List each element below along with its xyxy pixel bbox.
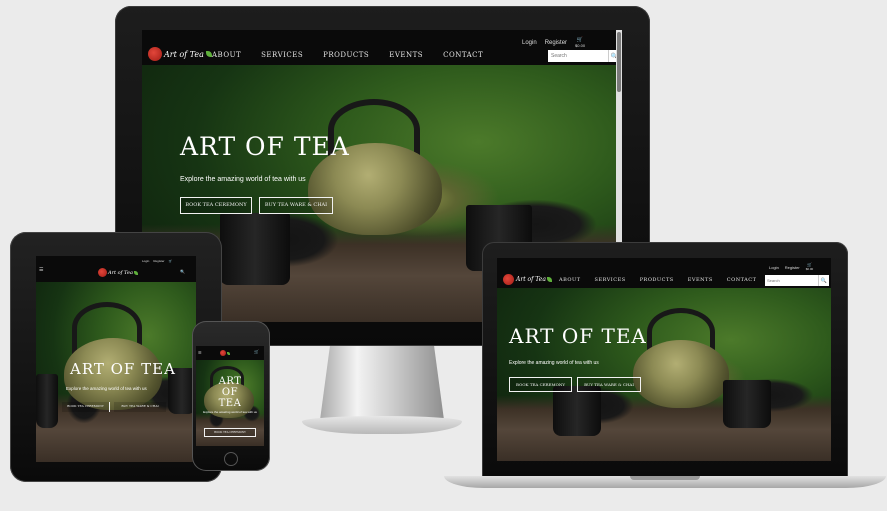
tea-cup-image (553, 386, 601, 436)
nav-contact[interactable]: CONTACT (727, 277, 757, 283)
hero-title: ART OF TEA (70, 360, 176, 378)
register-link[interactable]: Register (153, 259, 164, 263)
responsive-mockup: Art of Tea ABOUT SERVICES PRODUCTS EVENT… (0, 0, 887, 511)
search-bar: 🔍 (765, 275, 829, 286)
login-link[interactable]: Login (769, 265, 779, 270)
hero-title: ART OF TEA (180, 132, 350, 161)
nav-contact[interactable]: CONTACT (443, 51, 483, 59)
site-logo[interactable]: Art of Tea (148, 47, 212, 61)
laptop-site-screen: Art of Tea ABOUT SERVICES PRODUCTS EVENT… (497, 258, 831, 461)
leaf-icon (227, 351, 230, 355)
book-ceremony-button[interactable]: BOOK TEA CEREMONY (62, 402, 110, 412)
cart-icon[interactable]: 🛒 (169, 259, 173, 263)
logo-mark-icon (503, 274, 514, 285)
tea-cup-image (220, 213, 290, 285)
buy-teaware-button[interactable]: BUY TEA WARE & CHAI (114, 402, 166, 412)
desktop-monitor-base (302, 416, 462, 434)
book-ceremony-button[interactable]: BOOK TEA CEREMONY (509, 377, 572, 392)
site-navbar: ☰ Art of Tea Login Register 🛒 🔍 (36, 256, 196, 282)
primary-nav: ABOUT SERVICES PRODUCTS EVENTS CONTACT (559, 277, 756, 283)
teapot-image (633, 340, 729, 408)
hero-subtitle: Explore the amazing world of tea with us (203, 410, 257, 414)
logo-text: Art of Tea (164, 49, 204, 59)
hero-image (497, 288, 831, 461)
desktop-monitor-stand (320, 346, 444, 420)
leaf-icon (205, 51, 212, 57)
cart-total: $0.00 (805, 267, 814, 271)
cart-icon[interactable]: 🛒 (254, 349, 259, 354)
leaf-icon (546, 277, 552, 282)
buy-teaware-button[interactable]: BUY TEA WARE & CHAI (577, 377, 641, 392)
book-ceremony-button[interactable]: BOOK TEA CEREMONY (180, 197, 252, 214)
nav-products[interactable]: PRODUCTS (640, 277, 674, 283)
logo-mark-icon (148, 47, 162, 61)
search-icon[interactable]: 🔍 (180, 269, 185, 274)
hero-subtitle: Explore the amazing world of tea with us (66, 386, 147, 391)
tea-cup-image (36, 374, 58, 428)
account-links: Login Register 🛒 $0.00 (769, 263, 814, 272)
nav-services[interactable]: SERVICES (261, 51, 303, 59)
site-navbar: ☰ 🛒 (196, 346, 264, 360)
hero-title: ART OF TEA (218, 376, 242, 409)
logo-mark-icon (220, 350, 226, 356)
tea-cup-image (723, 380, 771, 428)
buy-teaware-button[interactable]: BUY TEA WARE & CHAI (259, 197, 333, 214)
account-links: Login Register 🛒 (142, 259, 172, 263)
tablet-site-screen: ☰ Art of Tea Login Register 🛒 🔍 ART OF T… (36, 256, 196, 462)
search-input[interactable] (548, 50, 608, 62)
menu-icon[interactable]: ☰ (39, 267, 43, 273)
phone-home-button (224, 452, 238, 466)
search-icon[interactable]: 🔍 (818, 275, 829, 286)
register-link[interactable]: Register (545, 40, 567, 46)
site-logo[interactable]: Art of Tea (98, 268, 138, 277)
search-input[interactable] (765, 275, 818, 286)
search-bar: 🔍 (548, 50, 620, 62)
site-navbar: Art of Tea ABOUT SERVICES PRODUCTS EVENT… (497, 258, 831, 288)
login-link[interactable]: Login (522, 40, 537, 46)
book-ceremony-button[interactable]: BOOK TEA CEREMONY (204, 428, 256, 437)
login-link[interactable]: Login (142, 259, 149, 263)
site-logo[interactable]: Art of Tea (503, 274, 552, 285)
phone-site-screen: ☰ 🛒 ART OF TEA Explore the amazing world… (196, 346, 264, 446)
cart-link[interactable]: 🛒 $0.00 (805, 263, 814, 272)
nav-services[interactable]: SERVICES (595, 277, 626, 283)
leaf-icon (133, 270, 138, 275)
cart-total: $0.00 (575, 43, 586, 48)
account-links: Login Register 🛒 $0.00 (522, 37, 585, 49)
logo-text: Art of Tea (108, 269, 133, 276)
logo-text: Art of Tea (516, 276, 546, 283)
logo-mark-icon (98, 268, 107, 277)
nav-products[interactable]: PRODUCTS (323, 51, 369, 59)
nav-about[interactable]: ABOUT (559, 277, 581, 283)
nav-about[interactable]: ABOUT (212, 51, 241, 59)
register-link[interactable]: Register (785, 265, 800, 270)
scrollbar-thumb[interactable] (617, 32, 621, 92)
hero-title: ART OF TEA (509, 324, 647, 348)
site-logo[interactable] (220, 350, 230, 356)
hero-subtitle: Explore the amazing world of tea with us (509, 360, 599, 366)
menu-icon[interactable]: ☰ (198, 350, 202, 355)
cart-link[interactable]: 🛒 $0.00 (575, 37, 585, 49)
nav-events[interactable]: EVENTS (688, 277, 713, 283)
site-navbar: Art of Tea ABOUT SERVICES PRODUCTS EVENT… (142, 30, 622, 65)
primary-nav: ABOUT SERVICES PRODUCTS EVENTS CONTACT (212, 51, 483, 59)
laptop-notch (630, 476, 700, 480)
nav-events[interactable]: EVENTS (389, 51, 423, 59)
hero-subtitle: Explore the amazing world of tea with us (180, 176, 306, 183)
